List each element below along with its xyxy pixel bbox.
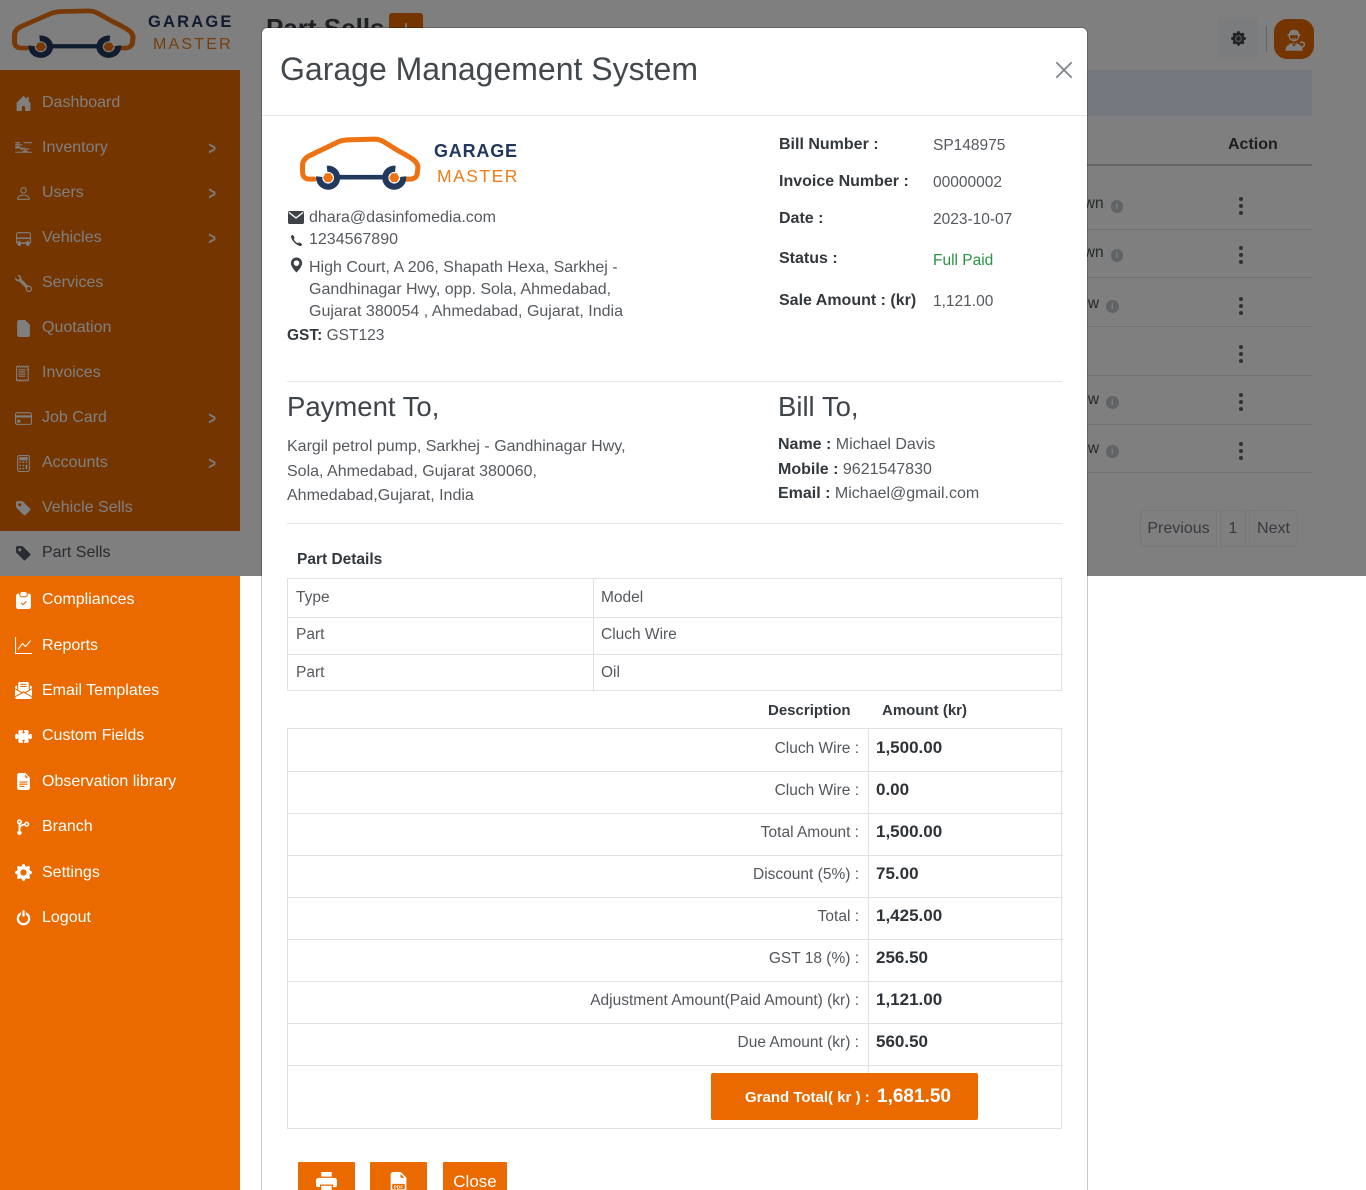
svg-text:PDF: PDF: [394, 1184, 404, 1190]
